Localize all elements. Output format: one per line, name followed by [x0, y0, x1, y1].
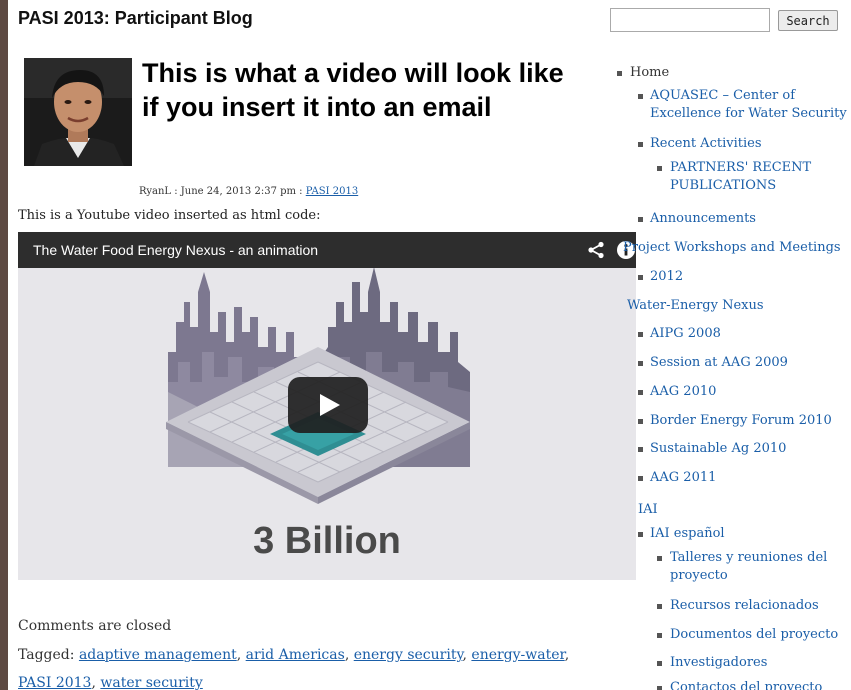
sidebar-item-aag-2011[interactable]: AAG 2011	[650, 468, 716, 488]
sidebar-item-investigadores[interactable]: Investigadores	[670, 653, 767, 673]
video-title[interactable]: The Water Food Energy Nexus - an animati…	[33, 242, 318, 258]
sidebar-item-announcements[interactable]: Announcements	[650, 209, 756, 229]
tag-link[interactable]: PASI 2013	[18, 675, 91, 690]
list-bullet	[657, 686, 662, 690]
sidebar-item-aag-2009[interactable]: Session at AAG 2009	[650, 353, 788, 373]
list-bullet	[657, 633, 662, 638]
list-bullet	[657, 556, 662, 561]
meta-separator: :	[171, 186, 181, 197]
sidebar-item-iai[interactable]: IAI	[638, 500, 658, 520]
sidebar-item-talleres-cont[interactable]: proyecto	[670, 566, 728, 586]
post-title[interactable]: This is what a video will look like if y…	[142, 56, 582, 124]
sidebar-item-border-energy-forum[interactable]: Border Energy Forum 2010	[650, 411, 832, 431]
tag-link[interactable]: energy-water	[471, 647, 564, 663]
play-button[interactable]	[288, 377, 368, 433]
sidebar-item-2012[interactable]: 2012	[650, 267, 683, 287]
search-button[interactable]: Search	[778, 10, 838, 31]
list-bullet	[638, 361, 643, 366]
sidebar-item-aipg-2008[interactable]: AIPG 2008	[650, 324, 721, 344]
post-intro: This is a Youtube video inserted as html…	[18, 208, 321, 223]
sidebar-item-talleres[interactable]: Talleres y reuniones del	[670, 548, 827, 568]
sidebar-item-recent-activities[interactable]: Recent Activities	[650, 134, 761, 154]
tag-link[interactable]: water security	[100, 675, 202, 690]
post-meta: RyanL : June 24, 2013 2:37 pm : PASI 201…	[139, 186, 358, 197]
share-icon[interactable]	[587, 241, 605, 259]
sidebar-item-aag-2010[interactable]: AAG 2010	[650, 382, 716, 402]
list-bullet	[638, 142, 643, 147]
sidebar-item-recursos[interactable]: Recursos relacionados	[670, 596, 819, 616]
list-bullet	[657, 166, 662, 171]
post-tags: Tagged: adaptive management, arid Americ…	[18, 647, 570, 690]
list-bullet	[638, 476, 643, 481]
post-author: RyanL	[139, 186, 172, 197]
meta-separator: :	[296, 186, 306, 197]
list-bullet	[638, 419, 643, 424]
tag-link[interactable]: energy security	[354, 647, 463, 663]
list-bullet	[657, 604, 662, 609]
list-bullet	[638, 390, 643, 395]
sidebar-item-workshops[interactable]: Project Workshops and Meetings	[623, 238, 841, 258]
sidebar-item-partners-publications[interactable]: PARTNERS' RECENT	[670, 158, 811, 178]
list-bullet	[657, 661, 662, 666]
sidebar-item-iai-espanol[interactable]: IAI español	[650, 524, 725, 544]
sidebar-item-documentos[interactable]: Documentos del proyecto	[670, 625, 838, 645]
sidebar-item-contactos[interactable]: Contactos del proyecto	[670, 678, 822, 690]
sidebar-item-water-energy-nexus[interactable]: Water-Energy Nexus	[627, 296, 764, 316]
tagged-label: Tagged:	[18, 647, 79, 663]
page: PASI 2013: Participant Blog This is what…	[8, 0, 851, 690]
sidebar-item-aquasec[interactable]: AQUASEC – Center of	[650, 86, 795, 106]
sidebar-item-sustainable-ag[interactable]: Sustainable Ag 2010	[650, 439, 786, 459]
list-bullet	[638, 447, 643, 452]
search-input[interactable]	[610, 8, 770, 32]
list-bullet	[638, 532, 643, 537]
list-bullet	[638, 275, 643, 280]
sidebar-item-aquasec-cont[interactable]: Excellence for Water Security	[650, 104, 847, 124]
comments-status: Comments are closed	[18, 618, 172, 634]
video-caption: 3 Billion	[253, 520, 401, 562]
sidebar-item-home[interactable]: Home	[630, 63, 669, 83]
list-bullet	[617, 71, 622, 76]
blog-title[interactable]: PASI 2013: Participant Blog	[18, 8, 253, 29]
post-category-link[interactable]: PASI 2013	[306, 186, 358, 197]
author-avatar	[24, 58, 132, 166]
post-date: June 24, 2013 2:37 pm	[180, 186, 296, 197]
sidebar-item-partners-publications-cont[interactable]: PUBLICATIONS	[670, 176, 776, 196]
video-title-bar: The Water Food Energy Nexus - an animati…	[18, 232, 636, 268]
list-bullet	[638, 332, 643, 337]
tag-link[interactable]: adaptive management	[79, 647, 237, 663]
list-bullet	[638, 94, 643, 99]
list-bullet	[638, 217, 643, 222]
tag-link[interactable]: arid Americas	[246, 647, 345, 663]
avatar-image	[24, 58, 132, 166]
video-player[interactable]: The Water Food Energy Nexus - an animati…	[18, 232, 636, 580]
